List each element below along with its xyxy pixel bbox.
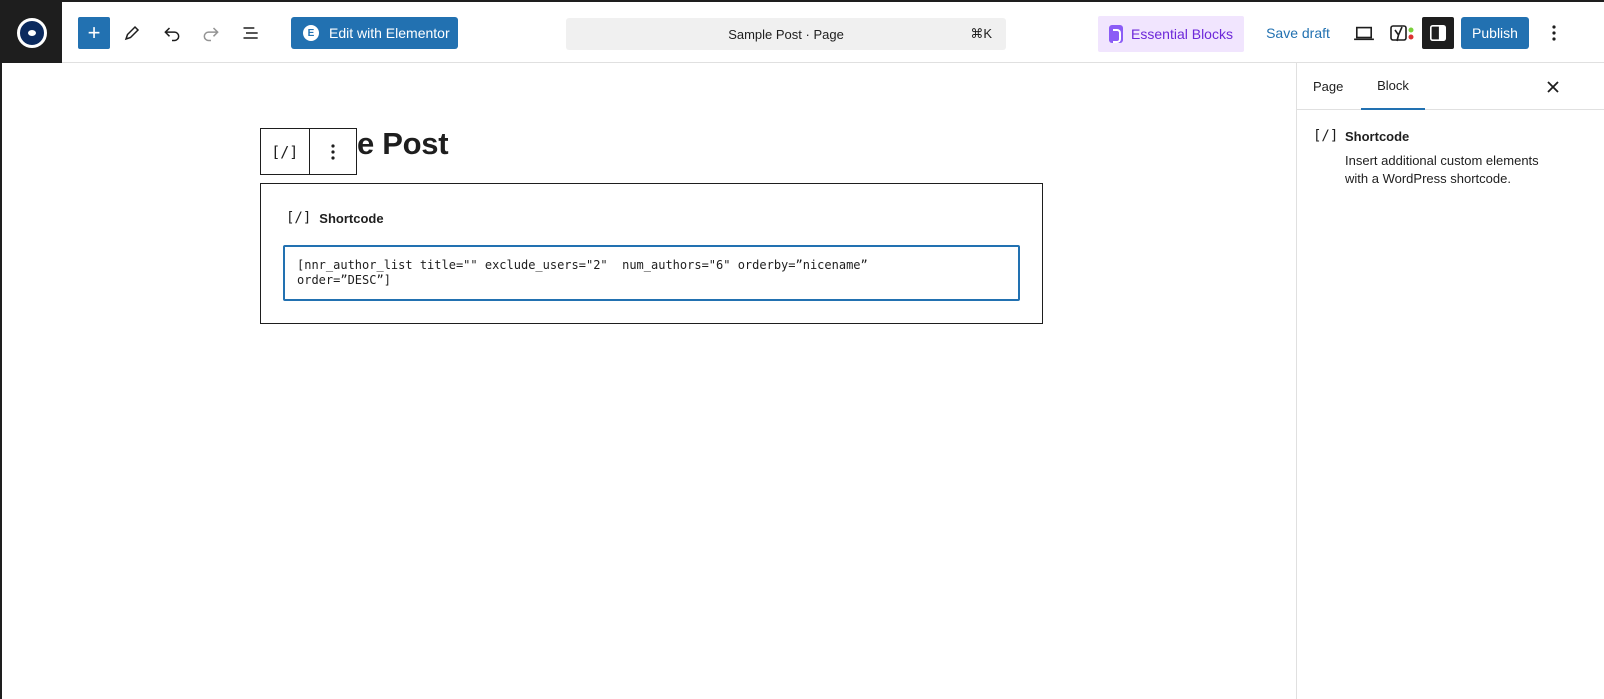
essential-blocks-label: Essential Blocks <box>1131 26 1233 42</box>
close-icon <box>1547 81 1559 93</box>
block-card-description: Insert additional custom elements with a… <box>1345 153 1539 186</box>
command-shortcut: ⌘K <box>970 26 992 41</box>
block-card-title: Shortcode <box>1345 129 1410 144</box>
pencil-icon <box>124 25 140 41</box>
essential-blocks-icon <box>1109 25 1124 43</box>
sidebar-icon <box>1429 24 1447 42</box>
edit-with-elementor-label: Edit with Elementor <box>329 25 450 41</box>
top-toolbar: + E Edit with Elementor Sample Post · Pa… <box>2 2 1604 63</box>
editor-canvas <box>2 63 1297 699</box>
more-vertical-icon <box>331 143 335 160</box>
laptop-icon <box>1354 26 1374 41</box>
publish-button[interactable]: Publish <box>1461 17 1529 49</box>
shortcode-icon: [/] <box>1313 128 1339 144</box>
close-sidebar-button[interactable] <box>1537 71 1569 103</box>
edit-with-elementor-button[interactable]: E Edit with Elementor <box>291 17 458 49</box>
undo-icon <box>164 27 180 42</box>
elementor-icon: E <box>303 25 319 41</box>
block-options-button[interactable] <box>308 129 357 174</box>
yoast-icon <box>1390 25 1414 42</box>
settings-sidebar: Page Block [/] Shortcode Insert addition… <box>1296 63 1604 699</box>
block-card-content: Shortcode Insert additional custom eleme… <box>1345 126 1555 188</box>
options-button[interactable] <box>1542 17 1566 49</box>
tab-page[interactable]: Page <box>1297 63 1359 110</box>
save-draft-button[interactable]: Save draft <box>1260 17 1336 49</box>
list-view-icon <box>243 27 258 39</box>
block-card: [/] Shortcode Insert additional custom e… <box>1297 110 1604 204</box>
settings-sidebar-toggle[interactable] <box>1422 17 1454 49</box>
sidebar-tabs: Page Block <box>1297 63 1604 110</box>
undo-button[interactable] <box>156 17 188 49</box>
redo-icon <box>203 27 219 42</box>
tab-block[interactable]: Block <box>1361 63 1425 110</box>
shortcode-label-text: Shortcode <box>319 210 384 226</box>
document-overview-button[interactable] <box>235 17 267 49</box>
command-palette-bar[interactable]: Sample Post · Page ⌘K <box>566 18 1006 50</box>
preview-button[interactable] <box>1348 17 1380 49</box>
add-block-button[interactable]: + <box>78 17 110 49</box>
redo-button[interactable] <box>195 17 227 49</box>
shortcode-icon: [/] <box>286 210 312 226</box>
shortcode-block-icon[interactable]: [/] <box>261 129 309 174</box>
site-logo-icon[interactable] <box>2 2 62 63</box>
shortcode-block-label: [/] Shortcode <box>286 210 384 226</box>
post-title[interactable]: e Post <box>357 126 449 162</box>
edit-tools-button[interactable] <box>116 17 148 49</box>
editor-frame: + E Edit with Elementor Sample Post · Pa… <box>2 2 1604 699</box>
document-title: Sample Post · Page <box>728 26 844 42</box>
block-toolbar: [/] <box>260 128 357 175</box>
shortcode-block[interactable]: [/] Shortcode <box>260 183 1043 324</box>
shortcode-input[interactable] <box>283 245 1020 301</box>
more-vertical-icon <box>1552 25 1556 41</box>
yoast-seo-button[interactable] <box>1386 17 1420 49</box>
essential-blocks-button[interactable]: Essential Blocks <box>1098 16 1244 52</box>
